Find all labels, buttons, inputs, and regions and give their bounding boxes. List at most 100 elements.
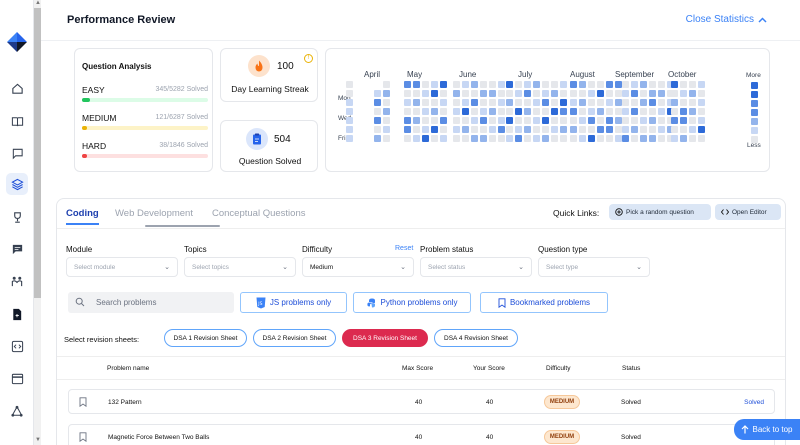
heatmap-cell bbox=[542, 81, 549, 88]
tab-conceptual-questions[interactable]: Conceptual Questions bbox=[212, 208, 305, 219]
tab-web-development[interactable]: Web Development bbox=[115, 208, 193, 219]
close-statistics-button[interactable]: Close Statistics bbox=[686, 14, 767, 25]
legend-cell bbox=[751, 127, 758, 134]
heatmap-cell bbox=[649, 126, 656, 133]
heatmap-cell bbox=[374, 108, 381, 115]
table-row[interactable]: 132 Pattern 40 40 MEDIUM Solved Solved bbox=[68, 389, 775, 414]
tab-coding[interactable]: Coding bbox=[66, 208, 99, 219]
search-input[interactable]: Search problems bbox=[68, 292, 234, 313]
heatmap-cell bbox=[506, 117, 513, 124]
chevron-up-icon bbox=[758, 16, 767, 23]
heatmap-cell bbox=[489, 99, 496, 106]
heatmap-cell bbox=[533, 117, 540, 124]
bookmarked-problems-toggle[interactable]: Bookmarked problems bbox=[480, 292, 608, 313]
heatmap-cell bbox=[579, 81, 586, 88]
book-icon[interactable] bbox=[6, 110, 28, 132]
back-to-top-button[interactable]: Back to top bbox=[734, 419, 800, 440]
heatmap-cell bbox=[533, 108, 540, 115]
home-icon[interactable] bbox=[6, 77, 28, 99]
heatmap-cell bbox=[658, 126, 665, 133]
heatmap-cell bbox=[579, 126, 586, 133]
status-select[interactable]: Select status ⌄ bbox=[420, 257, 532, 277]
chat-icon[interactable] bbox=[6, 142, 28, 164]
people-icon[interactable] bbox=[6, 270, 28, 292]
problem-name[interactable]: Magnetic Force Between Two Balls bbox=[108, 434, 209, 441]
calendar-icon[interactable] bbox=[6, 367, 28, 389]
heatmap-cell bbox=[506, 108, 513, 115]
difficulty-select[interactable]: Medium ⌄ bbox=[302, 257, 414, 277]
heatmap-cell bbox=[471, 90, 478, 97]
code-icon[interactable] bbox=[6, 335, 28, 357]
messages-icon[interactable] bbox=[6, 238, 28, 260]
chevron-down-icon: ⌄ bbox=[636, 264, 642, 271]
difficulty-badge: MEDIUM bbox=[544, 395, 580, 409]
python-problems-toggle[interactable]: Python problems only bbox=[353, 292, 471, 313]
problem-name[interactable]: 132 Pattern bbox=[108, 399, 142, 406]
heatmap-cell bbox=[606, 126, 613, 133]
heatmap-cell bbox=[489, 108, 496, 115]
document-icon[interactable] bbox=[6, 303, 28, 325]
heatmap-cell bbox=[658, 99, 665, 106]
heatmap-cell bbox=[374, 135, 381, 142]
scroll-down-arrow[interactable]: ▼ bbox=[35, 437, 41, 443]
legend-cell bbox=[751, 100, 758, 107]
heatmap-cell bbox=[480, 135, 487, 142]
heatmap-cell bbox=[422, 90, 429, 97]
solved-link[interactable]: Solved bbox=[744, 399, 764, 406]
table-row[interactable]: Magnetic Force Between Two Balls 40 40 M… bbox=[68, 424, 775, 445]
heatmap-cell bbox=[698, 108, 705, 115]
info-icon[interactable]: ! bbox=[304, 54, 313, 63]
heatmap-cell bbox=[383, 90, 390, 97]
problems-panel: Coding Web Development Conceptual Questi… bbox=[56, 198, 786, 445]
streak-card: ! 100 Day Learning Streak bbox=[220, 48, 318, 102]
scroll-thumb[interactable] bbox=[34, 8, 41, 298]
type-select[interactable]: Select type ⌄ bbox=[538, 257, 650, 277]
logo-icon[interactable] bbox=[5, 30, 29, 54]
column-header: Difficulty bbox=[546, 365, 571, 372]
module-select[interactable]: Select module ⌄ bbox=[66, 257, 178, 277]
heatmap-cell bbox=[440, 108, 447, 115]
heatmap-cell bbox=[383, 81, 390, 88]
layers-icon[interactable] bbox=[6, 173, 28, 195]
js-problems-label: JS problems only bbox=[269, 298, 332, 307]
heatmap-cell bbox=[374, 99, 381, 106]
heatmap-cell bbox=[680, 117, 687, 124]
streak-label: Day Learning Streak bbox=[231, 84, 309, 94]
network-icon[interactable] bbox=[6, 400, 28, 422]
heatmap-cell bbox=[579, 90, 586, 97]
heatmap-cell bbox=[471, 99, 478, 106]
bookmark-icon[interactable] bbox=[79, 432, 87, 442]
heatmap-cell bbox=[524, 90, 531, 97]
random-question-button[interactable]: Pick a random question bbox=[609, 204, 711, 220]
js-problems-toggle[interactable]: JS JS problems only bbox=[240, 292, 347, 313]
heatmap-cell bbox=[515, 108, 522, 115]
heatmap-cell bbox=[374, 126, 381, 133]
heatmap-cell bbox=[524, 117, 531, 124]
topics-select[interactable]: Select topics ⌄ bbox=[184, 257, 296, 277]
heatmap-cell bbox=[551, 126, 558, 133]
heatmap-cell bbox=[560, 81, 567, 88]
reset-difficulty-link[interactable]: Reset bbox=[395, 245, 413, 252]
dsa3-sheet-button[interactable]: DSA 3 Revision Sheet bbox=[342, 329, 428, 347]
heatmap-cell bbox=[506, 126, 513, 133]
heatmap-cell bbox=[431, 81, 438, 88]
heatmap-cell bbox=[533, 90, 540, 97]
heatmap-cell bbox=[570, 135, 577, 142]
dsa4-sheet-button[interactable]: DSA 4 Revision Sheet bbox=[434, 329, 518, 347]
heatmap-cell bbox=[658, 135, 665, 142]
heatmap-cell bbox=[597, 117, 604, 124]
easy-progress-bar bbox=[82, 98, 208, 102]
your-score: 40 bbox=[486, 399, 494, 406]
trophy-icon[interactable] bbox=[6, 206, 28, 228]
dsa2-sheet-button[interactable]: DSA 2 Revision Sheet bbox=[253, 329, 336, 347]
python-problems-label: Python problems only bbox=[380, 298, 458, 307]
heatmap-cell bbox=[383, 108, 390, 115]
page-header: Performance Review Close Statistics bbox=[41, 0, 800, 41]
heatmap-cell bbox=[689, 135, 696, 142]
open-editor-button[interactable]: Open Editor bbox=[715, 204, 781, 220]
legend-more: More bbox=[746, 72, 761, 79]
bookmark-icon[interactable] bbox=[79, 397, 87, 407]
dsa1-sheet-button[interactable]: DSA 1 Revision Sheet bbox=[164, 329, 247, 347]
heatmap-cell bbox=[480, 117, 487, 124]
heatmap-cell bbox=[615, 126, 622, 133]
